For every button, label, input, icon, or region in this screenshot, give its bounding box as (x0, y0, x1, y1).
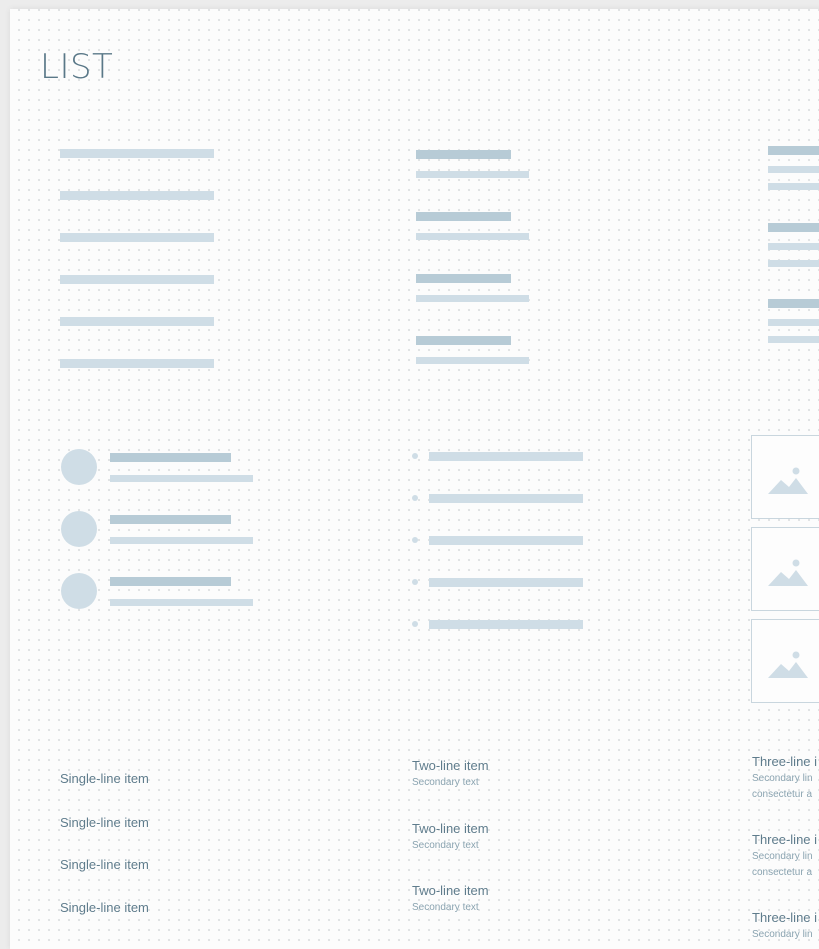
bullet-icon (412, 621, 418, 627)
list-board: LIST Single-line item Single-line item S… (10, 9, 819, 949)
wireframe-bar (768, 166, 819, 173)
wireframe-bar (110, 515, 231, 524)
wireframe-bar (416, 212, 511, 221)
list-item[interactable]: Single-line item (60, 771, 149, 786)
list-item-primary: Two-line item (412, 821, 489, 836)
list-item-primary: Three-line i (752, 832, 818, 847)
list-item-tertiary: consectetur a (752, 867, 813, 878)
list-item-secondary: Secondary lin (752, 851, 813, 862)
image-placeholder-icon (768, 467, 808, 494)
list-item-secondary: Secondary text (412, 777, 479, 788)
wireframe-bar (768, 146, 819, 155)
wireframe-bar (110, 475, 253, 482)
wireframe-bar (768, 336, 819, 343)
list-item[interactable]: Single-line item (60, 815, 149, 830)
wireframe-bar (110, 577, 231, 586)
page-title: LIST (40, 47, 114, 87)
wireframe-bar (429, 452, 583, 461)
avatar (61, 449, 97, 485)
thumbnail (751, 619, 819, 703)
wireframe-bar (60, 359, 214, 368)
wireframe-bar (768, 319, 819, 326)
list-item-primary: Three-line i (752, 910, 818, 925)
wireframe-bar (768, 183, 819, 190)
thumbnail (751, 527, 819, 611)
wireframe-bar (60, 275, 214, 284)
avatar (61, 511, 97, 547)
list-item-primary: Two-line item (412, 883, 489, 898)
wireframe-bar (429, 494, 583, 503)
image-placeholder-icon (768, 651, 808, 678)
wireframe-bar (110, 453, 231, 462)
bullet-icon (412, 453, 418, 459)
bullet-icon (412, 537, 418, 543)
list-item-primary: Three-line i (752, 754, 818, 769)
list-item[interactable]: Single-line item (60, 900, 149, 915)
wireframe-bar (60, 191, 214, 200)
list-item-secondary: Secondary text (412, 902, 479, 913)
wireframe-bar (768, 260, 819, 267)
wireframe-bar (416, 171, 529, 178)
list-item-tertiary: consectetur a (752, 789, 813, 800)
avatar (61, 573, 97, 609)
wireframe-bar (416, 295, 529, 302)
wireframe-bar (416, 233, 529, 240)
wireframe-bar (768, 223, 819, 232)
list-item-secondary: Secondary text (412, 840, 479, 851)
list-item-primary: Two-line item (412, 758, 489, 773)
wireframe-bar (416, 150, 511, 159)
wireframe-bar (416, 357, 529, 364)
wireframe-bar (429, 536, 583, 545)
wireframe-bar (416, 274, 511, 283)
wireframe-bar (60, 233, 214, 242)
wireframe-bar (768, 299, 819, 308)
wireframe-bar (768, 243, 819, 250)
wireframe-bar (110, 599, 253, 606)
list-item-secondary: Secondary lin (752, 929, 813, 940)
wireframe-bar (429, 578, 583, 587)
wireframe-bar (60, 149, 214, 158)
wireframe-bar (110, 537, 253, 544)
bullet-icon (412, 495, 418, 501)
image-placeholder-icon (768, 559, 808, 586)
list-item[interactable]: Single-line item (60, 857, 149, 872)
list-item-secondary: Secondary lin (752, 773, 813, 784)
thumbnail (751, 435, 819, 519)
bullet-icon (412, 579, 418, 585)
wireframe-bar (416, 336, 511, 345)
wireframe-bar (60, 317, 214, 326)
wireframe-bar (429, 620, 583, 629)
